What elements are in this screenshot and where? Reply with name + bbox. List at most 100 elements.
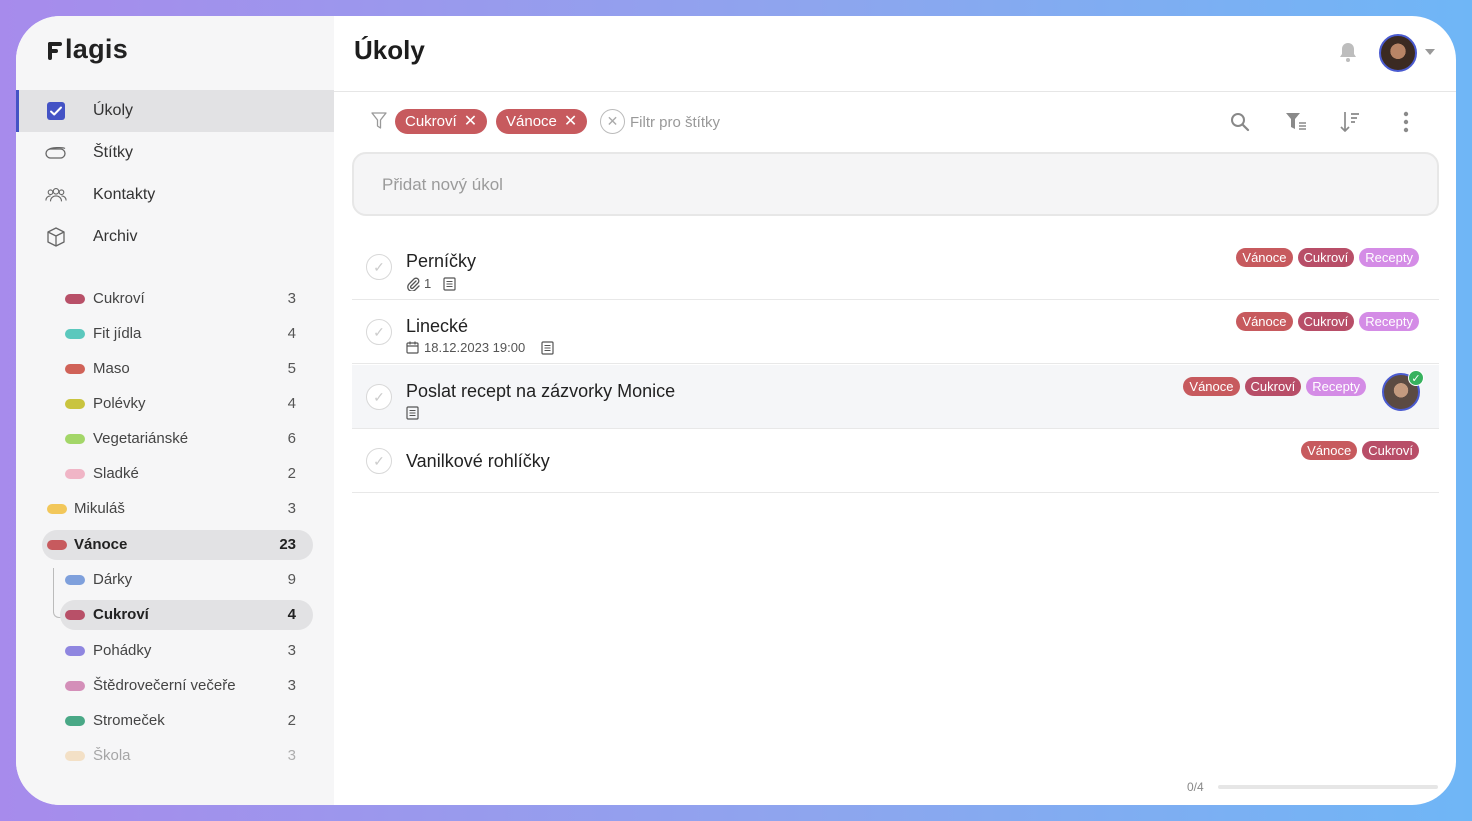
advanced-filter-icon[interactable] [1284, 110, 1308, 134]
note-icon [541, 340, 554, 355]
nav-label: Štítky [93, 144, 134, 161]
tag-label: Cukroví [93, 290, 145, 307]
tag-color-pill [65, 610, 85, 620]
label-badge[interactable]: Cukroví [1297, 248, 1355, 267]
tag-color-pill [65, 681, 85, 691]
nav-item-tags[interactable]: Štítky [16, 132, 334, 174]
task-checkbox[interactable]: ✓ [366, 448, 392, 474]
label-badge[interactable]: Cukroví [1297, 312, 1355, 331]
task-title: Perníčky [406, 251, 477, 271]
search-icon[interactable] [1228, 110, 1252, 134]
nav-item-archive[interactable]: Archiv [16, 216, 334, 258]
task-row[interactable]: ✓ Poslat recept na zázvorky Monice Vánoc… [352, 365, 1439, 429]
tag-color-pill [65, 329, 85, 339]
tag-label: Dárky [93, 571, 133, 588]
tag-icon [45, 142, 67, 164]
contacts-icon [45, 184, 67, 206]
nav-label: Archiv [93, 228, 138, 245]
task-checkbox[interactable]: ✓ [366, 384, 392, 410]
logo[interactable]: lagis [48, 34, 128, 65]
tag-item[interactable]: Vegetariánské 6 [16, 424, 334, 454]
paperclip-icon [407, 277, 420, 291]
tag-count: 2 [287, 465, 296, 482]
main-panel: Úkoly Cukroví ✕ Vánoce ✕ ✕ Filtr pro ští… [334, 16, 1456, 805]
label-badge[interactable]: Vánoce [1236, 312, 1293, 331]
label-badge[interactable]: Cukroví [1362, 441, 1419, 460]
tag-item[interactable]: Štědrovečerní večeře 3 [16, 671, 334, 701]
tag-item[interactable]: Polévky 4 [16, 389, 334, 419]
task-checkbox[interactable]: ✓ [366, 319, 392, 345]
chip-label: Vánoce [506, 113, 557, 130]
tag-label: Štědrovečerní večeře [93, 677, 236, 694]
label-badge[interactable]: Recepty [1359, 312, 1419, 331]
filter-chip[interactable]: Vánoce ✕ [496, 109, 588, 134]
tag-label: Škola [93, 747, 131, 764]
progress-bar [1218, 785, 1438, 789]
label-badge[interactable]: Vánoce [1183, 377, 1240, 396]
task-meta [406, 406, 431, 420]
tag-item[interactable]: Fit jídla 4 [16, 319, 334, 349]
tag-label: Vegetariánské [93, 430, 189, 447]
task-labels: Vánoce Cukroví [1296, 441, 1419, 460]
nav-item-contacts[interactable]: Kontakty [16, 174, 334, 216]
due-date-meta: 18.12.2023 19:00 [406, 340, 525, 355]
add-task-input[interactable]: Přidat nový úkol [352, 152, 1439, 216]
label-badge[interactable]: Cukroví [1244, 377, 1302, 396]
tag-count: 3 [287, 290, 296, 307]
tag-count: 3 [287, 500, 296, 517]
filter-chip[interactable]: Cukroví ✕ [395, 109, 488, 134]
clear-filter-button[interactable]: ✕ [600, 109, 625, 134]
close-icon[interactable]: ✕ [564, 113, 577, 130]
task-row[interactable]: ✓ Vanilkové rohlíčky Vánoce Cukroví [352, 429, 1439, 493]
label-badge[interactable]: Recepty [1359, 248, 1419, 267]
chevron-down-icon[interactable] [1425, 49, 1435, 55]
tag-count: 9 [287, 571, 296, 588]
note-icon [406, 406, 419, 420]
tag-item[interactable]: Mikuláš 3 [16, 494, 334, 524]
bell-icon[interactable] [1337, 41, 1359, 68]
tag-color-pill [65, 716, 85, 726]
attachment-meta: 1 [406, 276, 431, 291]
nav-label: Úkoly [93, 102, 134, 119]
tag-item[interactable]: Stromeček 2 [16, 706, 334, 736]
tag-label: Vánoce [74, 536, 128, 553]
more-vertical-icon[interactable] [1394, 110, 1418, 134]
nav-item-tasks[interactable]: Úkoly [16, 90, 334, 132]
close-icon[interactable]: ✕ [464, 113, 477, 130]
assignee-avatar[interactable]: ✓ [1382, 370, 1424, 411]
page-title: Úkoly [354, 35, 425, 65]
tag-item[interactable]: Cukroví 3 [16, 284, 334, 314]
tag-count: 3 [287, 642, 296, 659]
tag-color-pill [47, 504, 67, 514]
tag-item[interactable]: Škola 3 [16, 741, 334, 771]
task-row[interactable]: ✓ Perníčky 1 Vánoce Cukroví Recepty [352, 236, 1439, 300]
tag-item[interactable]: Pohádky 3 [16, 636, 334, 666]
tag-count: 4 [287, 606, 296, 623]
tag-label: Sladké [93, 465, 139, 482]
filter-icon [371, 112, 387, 135]
checkbox-icon [45, 100, 67, 122]
tag-count: 3 [287, 747, 296, 764]
task-checkbox[interactable]: ✓ [366, 254, 392, 280]
task-meta: 18.12.2023 19:00 [406, 340, 566, 355]
tag-color-pill [65, 751, 85, 761]
tag-color-pill [65, 399, 85, 409]
user-avatar[interactable] [1379, 34, 1417, 72]
tag-item[interactable]: Sladké 2 [16, 459, 334, 489]
label-badge[interactable]: Vánoce [1301, 441, 1358, 460]
nav-label: Kontakty [93, 186, 156, 203]
tag-color-pill [65, 434, 85, 444]
tag-item-selected[interactable]: Cukroví 4 [16, 600, 334, 630]
flag-logo-icon [48, 41, 62, 60]
sort-icon[interactable] [1338, 110, 1362, 134]
tag-count: 5 [287, 360, 296, 377]
tag-item-selected[interactable]: Vánoce 23 [16, 530, 334, 560]
archive-icon [45, 226, 67, 248]
label-badge[interactable]: Vánoce [1236, 248, 1293, 267]
tag-filter-input[interactable]: Filtr pro štítky [630, 114, 720, 131]
task-title: Vanilkové rohlíčky [406, 451, 550, 471]
label-badge[interactable]: Recepty [1306, 377, 1366, 396]
task-row[interactable]: ✓ Linecké 18.12.2023 19:00 Vánoce Cukrov… [352, 300, 1439, 364]
tag-item[interactable]: Maso 5 [16, 354, 334, 384]
tag-item[interactable]: Dárky 9 [16, 565, 334, 595]
